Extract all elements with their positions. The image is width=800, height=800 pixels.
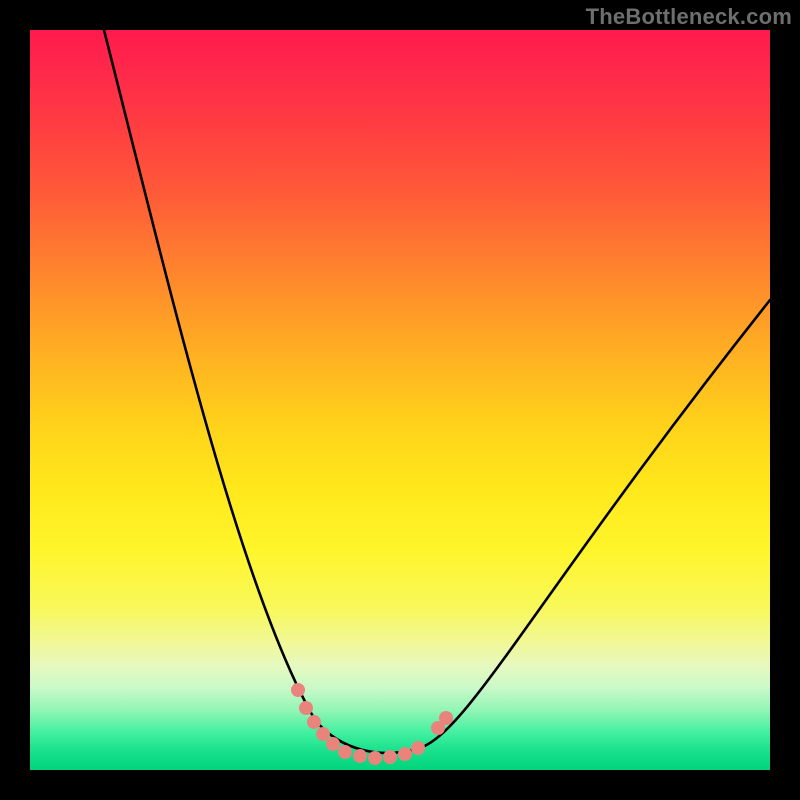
bottleneck-curve-svg: [30, 30, 770, 770]
valley-dot: [368, 751, 382, 765]
bottleneck-curve: [104, 30, 770, 753]
valley-dot: [316, 727, 330, 741]
valley-dot: [398, 747, 412, 761]
watermark-text: TheBottleneck.com: [586, 4, 792, 30]
valley-dot: [299, 701, 313, 715]
valley-dot: [383, 750, 397, 764]
valley-dot: [326, 737, 340, 751]
valley-dot: [353, 749, 367, 763]
valley-dot: [439, 711, 453, 725]
valley-dot: [307, 715, 321, 729]
valley-dot: [411, 741, 425, 755]
valley-dot: [338, 745, 352, 759]
chart-frame: TheBottleneck.com: [0, 0, 800, 800]
valley-dot: [291, 683, 305, 697]
plot-area: [30, 30, 770, 770]
valley-dots: [291, 683, 453, 765]
